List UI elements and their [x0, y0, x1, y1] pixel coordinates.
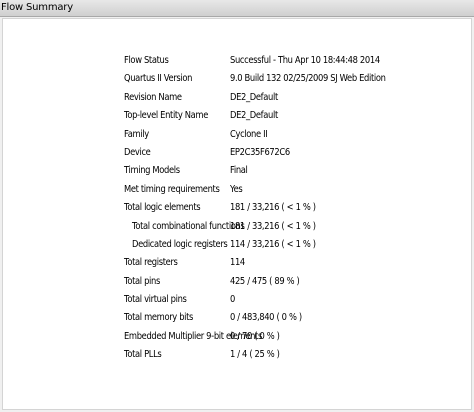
row-family: Family Cyclone II [124, 127, 424, 145]
row-label: Flow Status [124, 55, 169, 66]
row-value: Successful - Thu Apr 10 18:44:48 2014 [230, 55, 380, 66]
window-title: Flow Summary [1, 2, 73, 13]
row-total-registers: Total registers 114 [124, 255, 424, 273]
row-label: Total memory bits [124, 312, 194, 324]
row-value: 181 / 33,216 ( < 1 % ) [230, 220, 316, 232]
row-label: Total registers [124, 257, 178, 269]
row-revision-name: Revision Name DE2_Default [124, 90, 424, 108]
row-value: DE2_Default [230, 110, 278, 122]
row-value: DE2_Default [230, 91, 278, 103]
row-value: Yes [230, 183, 243, 195]
row-embedded-multiplier: Embedded Multiplier 9-bit elements 0 / 7… [124, 329, 424, 347]
row-met-timing: Met timing requirements Yes [124, 182, 424, 200]
row-label: Total combinational functions [132, 220, 245, 232]
flow-summary-window: Flow Summary Flow Status Successful - Th… [0, 0, 474, 412]
row-label: Top-level Entity Name [124, 110, 208, 122]
summary-table: Flow Status Successful - Thu Apr 10 18:4… [124, 53, 424, 366]
row-top-level-entity: Top-level Entity Name DE2_Default [124, 108, 424, 126]
row-total-virtual-pins: Total virtual pins 0 [124, 292, 424, 310]
row-total-pins: Total pins 425 / 475 ( 89 % ) [124, 274, 424, 292]
row-value: 0 / 70 ( 0 % ) [230, 330, 280, 342]
row-value: 114 [230, 257, 245, 269]
row-value: 1 / 4 ( 25 % ) [230, 349, 280, 361]
row-dedicated-logic-registers: Dedicated logic registers 114 / 33,216 (… [124, 237, 424, 255]
row-total-plls: Total PLLs 1 / 4 ( 25 % ) [124, 347, 424, 365]
row-label: Timing Models [124, 165, 180, 177]
row-value: 0 [230, 294, 235, 306]
row-label: Revision Name [124, 91, 182, 103]
row-total-memory-bits: Total memory bits 0 / 483,840 ( 0 % ) [124, 310, 424, 328]
row-label: Total virtual pins [124, 294, 187, 306]
row-value: Cyclone II [230, 128, 268, 140]
row-label: Total pins [124, 275, 160, 287]
row-total-logic-elements: Total logic elements 181 / 33,216 ( < 1 … [124, 200, 424, 218]
summary-panel: Flow Status Successful - Thu Apr 10 18:4… [2, 18, 472, 410]
row-value: 9.0 Build 132 02/25/2009 SJ Web Edition [230, 73, 386, 85]
row-label: Family [124, 128, 149, 140]
row-label: Quartus II Version [124, 73, 193, 85]
row-value: 425 / 475 ( 89 % ) [230, 275, 300, 287]
row-value: Final [230, 165, 248, 177]
row-total-combinational-functions: Total combinational functions 181 / 33,2… [124, 219, 424, 237]
title-bar[interactable]: Flow Summary [0, 0, 474, 17]
row-label: Total PLLs [124, 349, 162, 361]
row-timing-models: Timing Models Final [124, 163, 424, 181]
row-label: Met timing requirements [124, 183, 220, 195]
row-label: Dedicated logic registers [132, 238, 228, 250]
row-label: Total logic elements [124, 202, 201, 214]
row-value: 0 / 483,840 ( 0 % ) [230, 312, 302, 324]
row-flow-status: Flow Status Successful - Thu Apr 10 18:4… [124, 53, 424, 71]
row-value: 114 / 33,216 ( < 1 % ) [230, 238, 316, 250]
row-value: EP2C35F672C6 [230, 146, 290, 158]
row-label: Device [124, 146, 151, 158]
row-quartus-version: Quartus II Version 9.0 Build 132 02/25/2… [124, 71, 424, 89]
row-device: Device EP2C35F672C6 [124, 145, 424, 163]
row-value: 181 / 33,216 ( < 1 % ) [230, 202, 316, 214]
